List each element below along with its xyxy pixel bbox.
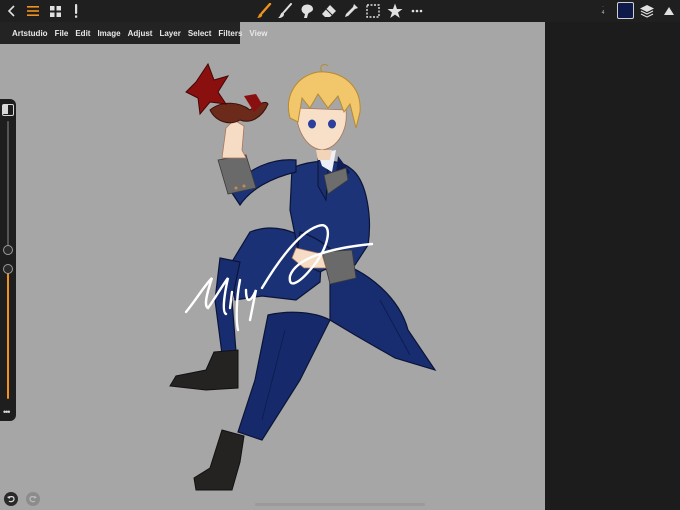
selection-tool-icon[interactable] <box>364 2 382 20</box>
size-slider-track[interactable] <box>7 121 9 247</box>
menu-adjust[interactable]: Adjust <box>128 29 153 38</box>
drawing-canvas[interactable] <box>0 22 545 510</box>
menu-bar: Artstudio File Edit Image Adjust Layer S… <box>0 22 268 44</box>
menu-list-icon[interactable] <box>24 2 42 20</box>
current-color-swatch[interactable] <box>617 2 634 19</box>
menu-image[interactable]: Image <box>97 29 120 38</box>
menu-artstudio[interactable]: Artstudio <box>12 29 48 38</box>
right-panel <box>545 22 680 510</box>
info-icon[interactable] <box>67 2 85 20</box>
sidebar-more-icon[interactable]: ••• <box>3 407 11 417</box>
shape-star-icon[interactable] <box>386 2 404 20</box>
blend-tool-icon[interactable] <box>298 2 316 20</box>
opacity-slider-knob[interactable] <box>3 264 13 274</box>
more-dots-icon[interactable] <box>408 2 426 20</box>
menu-file[interactable]: File <box>55 29 69 38</box>
menu-view[interactable]: View <box>249 29 267 38</box>
artwork-illustration <box>169 62 437 491</box>
menu-edit[interactable]: Edit <box>75 29 90 38</box>
brush-tool-icon[interactable] <box>255 2 273 20</box>
eyedropper-tool-icon[interactable] <box>342 2 360 20</box>
redo-icon[interactable] <box>26 492 40 506</box>
grid-icon[interactable] <box>46 2 64 20</box>
eraser-tool-icon[interactable] <box>320 2 338 20</box>
menu-layer[interactable]: Layer <box>159 29 180 38</box>
collapse-triangle-icon[interactable] <box>660 2 678 20</box>
top-toolbar: · 4 <box>0 0 680 22</box>
brush-settings-sidebar: ••• <box>0 99 16 421</box>
home-indicator <box>255 503 425 506</box>
toggle-panel-icon[interactable] <box>2 104 14 116</box>
opacity-slider-track[interactable] <box>7 273 9 399</box>
back-chevron-icon[interactable] <box>3 2 21 20</box>
layer-indicator: · 4 <box>601 4 605 16</box>
layers-icon[interactable] <box>638 2 656 20</box>
smudge-tool-icon[interactable] <box>276 2 294 20</box>
undo-icon[interactable] <box>4 492 18 506</box>
menu-select[interactable]: Select <box>188 29 212 38</box>
size-slider-knob[interactable] <box>3 245 13 255</box>
menu-filters[interactable]: Filters <box>218 29 242 38</box>
